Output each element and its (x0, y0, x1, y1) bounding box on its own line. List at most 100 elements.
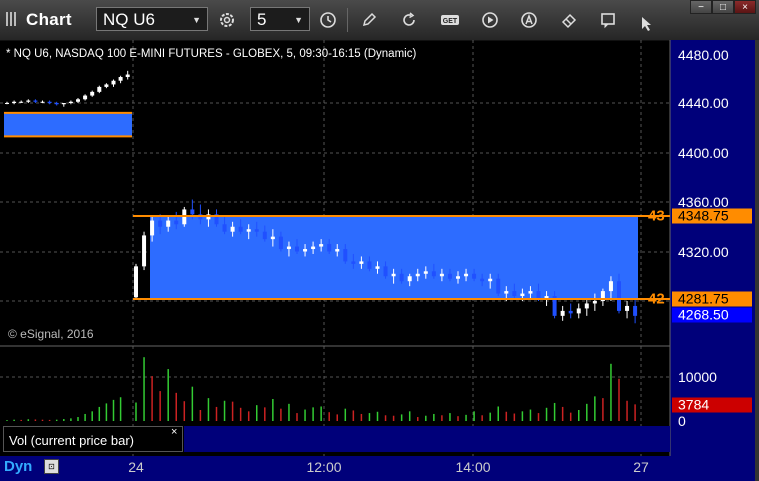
session-candle-body (560, 310, 565, 316)
lock-icon[interactable]: ⊡ (44, 459, 59, 474)
close-button[interactable]: × (734, 0, 756, 14)
session-candle-body (134, 266, 138, 298)
session-candle-body (625, 305, 630, 311)
session-candle-body (383, 266, 388, 277)
time-tick-label: 12:00 (306, 459, 342, 475)
volume-series (6, 357, 636, 421)
toolbar-divider (347, 8, 348, 32)
session-candle-body (150, 220, 155, 236)
session-candle-body (246, 229, 251, 232)
prev-candle-body (61, 103, 66, 105)
level-label-43: 43 (648, 207, 665, 225)
pencil-icon[interactable] (356, 8, 382, 32)
interval-input[interactable]: 5 ▼ (250, 7, 310, 31)
play-icon[interactable] (477, 8, 503, 32)
session-candle-body (496, 278, 501, 294)
session-candle-body (464, 273, 469, 277)
session-candle-body (311, 246, 316, 250)
restore-button[interactable]: □ (712, 0, 734, 14)
session-candle-body (222, 224, 227, 232)
session-candle-body (617, 281, 621, 311)
session-candle-body (399, 273, 404, 282)
refresh-icon[interactable] (396, 8, 422, 32)
eraser-icon[interactable] (556, 8, 582, 32)
session-candle-body (295, 246, 299, 252)
price-tick-label: 4440.00 (678, 95, 729, 111)
volume-tick-label: 10000 (678, 369, 717, 385)
dynamic-mode-label[interactable]: Dyn (4, 458, 32, 475)
time-tick-label: 14:00 (455, 459, 491, 475)
price-zones (4, 111, 638, 299)
chart-canvas[interactable] (0, 40, 759, 481)
session-candle-body (592, 301, 597, 304)
session-candle-body (633, 305, 638, 316)
prev-candle-body (40, 101, 45, 103)
window-edge (755, 40, 759, 481)
session-candle-body (439, 273, 444, 277)
prev-candle-body (125, 74, 130, 78)
session-candle-body (431, 271, 436, 277)
session-candle-body (158, 220, 163, 227)
prev-candle-body (104, 84, 109, 87)
last-price-tag: 4268.50 (672, 307, 752, 323)
prev-candle-body (47, 101, 52, 103)
close-icon[interactable]: × (171, 426, 177, 438)
session-candle-body (568, 310, 573, 314)
interval-value: 5 (257, 10, 267, 29)
session-candle-body (608, 281, 613, 292)
session-candle-body (286, 246, 291, 250)
symbol-value: NQ U6 (103, 10, 155, 29)
symbol-input[interactable]: NQ U6 ▼ (96, 7, 208, 31)
volume-study-label: Vol (current price bar) (9, 433, 134, 448)
price-tick-label: 4400.00 (678, 145, 729, 161)
level-price-tag-43: 4348.75 (672, 208, 752, 224)
prev-candle-body (97, 86, 102, 92)
chevron-down-icon[interactable]: ▼ (192, 8, 201, 32)
drag-grip-icon[interactable] (6, 12, 18, 28)
symbol-description: * NQ U6, NASDAQ 100 E-MINI FUTURES - GLO… (6, 48, 417, 60)
prev-candle-body (118, 77, 123, 81)
session-candle-body (447, 273, 452, 279)
session-candle-body (407, 276, 412, 282)
minimize-button[interactable]: − (690, 0, 712, 14)
prev-candle-body (5, 103, 9, 104)
session-candle-body (536, 291, 541, 299)
get-icon-label: GET (443, 18, 458, 25)
session-candle-body (351, 261, 356, 264)
session-candle-body (584, 303, 589, 309)
session-candle-body (512, 291, 517, 297)
settings-gear-icon[interactable] (214, 8, 240, 32)
prev-candle-body (90, 91, 95, 96)
last-volume-tag: 3784 (672, 397, 752, 413)
alert-icon[interactable] (516, 8, 542, 32)
session-candle-body (230, 226, 235, 232)
app-title: Chart (26, 10, 72, 29)
session-candle-body (576, 308, 581, 314)
session-candle-body (528, 291, 533, 294)
session-candle-body (375, 266, 380, 269)
session-candle-body (303, 249, 308, 252)
chevron-down-icon[interactable]: ▼ (294, 8, 303, 32)
copyright-label: © eSignal, 2016 (8, 327, 94, 341)
cursor-icon[interactable] (633, 12, 659, 36)
price-tick-label: 4480.00 (678, 47, 729, 63)
prev-candle-body (33, 100, 38, 102)
session-candle-body (472, 273, 477, 279)
level-label-42: 42 (648, 290, 665, 308)
session-candle-body (423, 271, 428, 274)
session-candle-body (415, 273, 420, 277)
session-candle-body (254, 229, 259, 232)
prev-candle-body (76, 99, 80, 102)
prev-candle-body (54, 103, 59, 105)
session-candle-body (262, 231, 267, 240)
session-candle-body (359, 261, 364, 264)
prev-candle-body (26, 100, 31, 102)
toolbar: Chart NQ U6 ▼ 5 ▼ GET − □ × (0, 0, 759, 41)
session-candle-body (488, 278, 493, 282)
note-icon[interactable] (595, 8, 621, 32)
clock-icon[interactable] (315, 8, 341, 32)
session-candle-body (238, 226, 243, 232)
session-candle-body (327, 244, 332, 252)
session-candle-body (278, 236, 283, 250)
get-icon[interactable]: GET (437, 8, 463, 32)
